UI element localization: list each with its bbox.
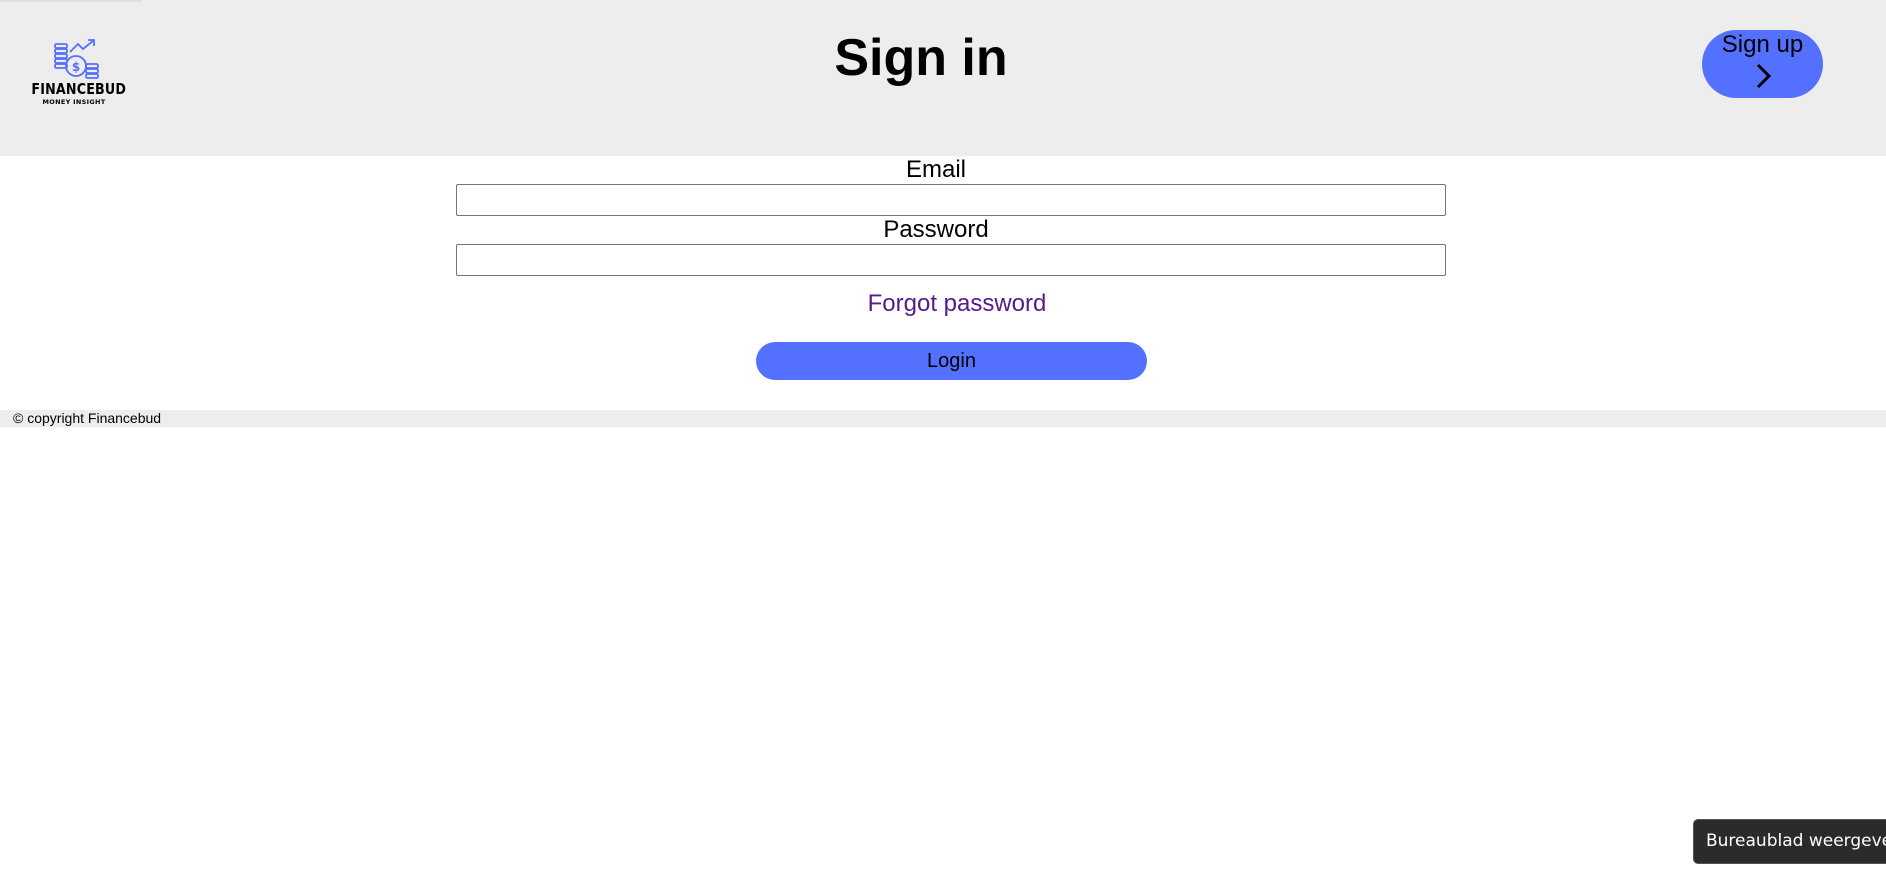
email-input[interactable] <box>456 184 1446 216</box>
header: $ FINANCEBUD MONEY INSIGHT Sign in Sign … <box>0 0 1886 156</box>
page: $ FINANCEBUD MONEY INSIGHT Sign in Sign … <box>0 0 1886 871</box>
signin-form: Email Password Forgot password Login <box>0 156 1886 410</box>
signup-button[interactable]: Sign up <box>1702 30 1823 98</box>
brand-tagline: MONEY INSIGHT <box>42 98 106 106</box>
footer: © copyright Financebud <box>0 410 1886 427</box>
header-top-line <box>0 0 142 2</box>
os-tooltip: Bureaublad weergeven <box>1693 819 1886 864</box>
copyright-text: © copyright Financebud <box>13 410 162 426</box>
signup-button-label: Sign up <box>1721 31 1804 58</box>
chevron-right-icon <box>1756 63 1772 89</box>
forgot-password-link[interactable]: Forgot password <box>0 290 1886 318</box>
email-label: Email <box>905 156 966 183</box>
page-title: Sign in <box>834 29 1008 87</box>
password-input[interactable] <box>456 244 1446 276</box>
password-label: Password <box>883 216 989 243</box>
login-button[interactable]: Login <box>756 342 1147 380</box>
